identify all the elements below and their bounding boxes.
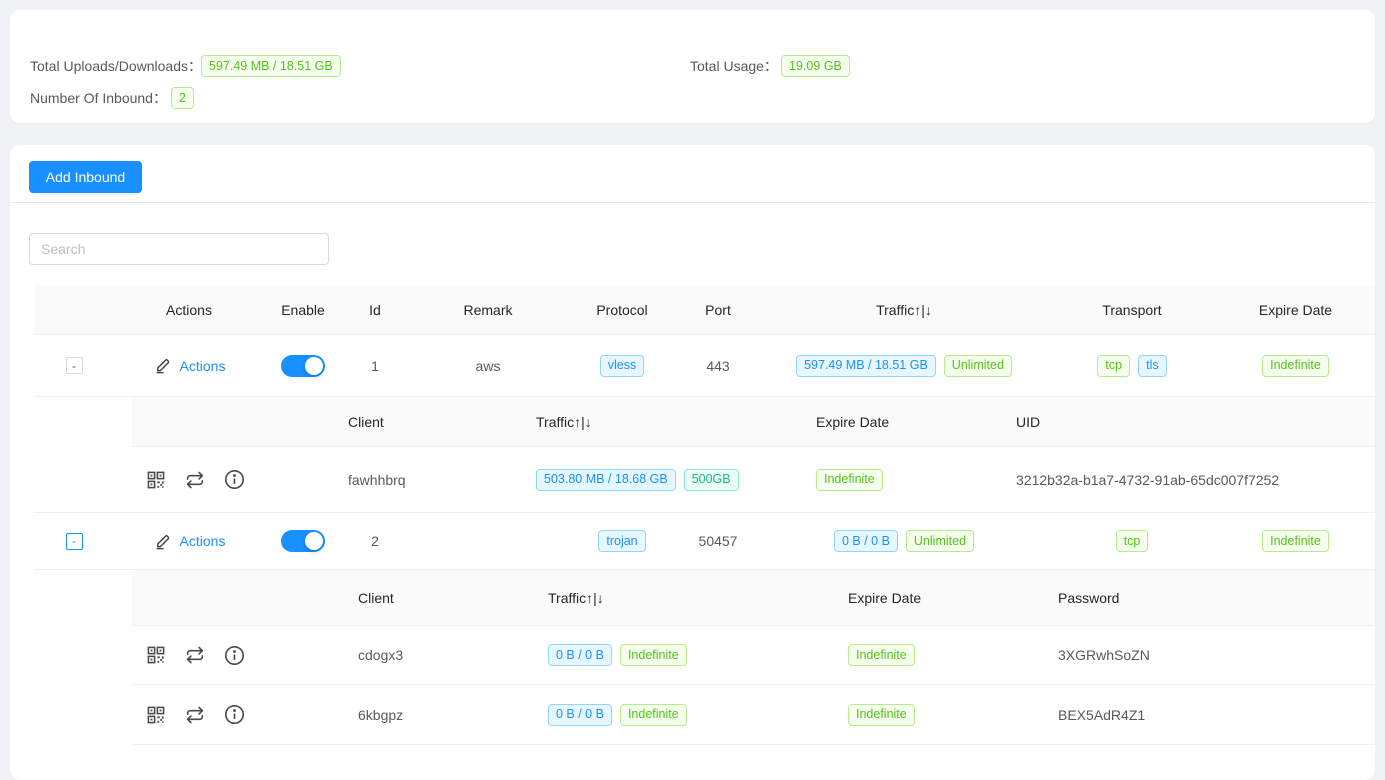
info-button[interactable]: [223, 703, 246, 726]
client-col-uid: UID: [1000, 414, 1375, 430]
protocol-tag: vless: [600, 355, 644, 377]
client-traffic-tag: 0 B / 0 B: [548, 704, 612, 726]
client-col-password: Password: [1042, 590, 1375, 606]
client-col-client: Client: [332, 414, 520, 430]
col-id: Id: [342, 302, 408, 318]
col-port: Port: [676, 302, 760, 318]
table-header-row: Actions Enable Id Remark Protocol Port T…: [34, 285, 1375, 335]
transport-tcp-tag: tcp: [1097, 355, 1130, 377]
client-col-expire: Expire Date: [832, 590, 1042, 606]
client-name: fawhhbrq: [332, 472, 520, 488]
reset-traffic-button[interactable]: [184, 469, 206, 491]
collapse-row-2-button[interactable]: -: [66, 533, 83, 550]
inbound-1-remark: aws: [408, 358, 568, 374]
col-actions: Actions: [114, 302, 264, 318]
client-name: 6kbgpz: [342, 707, 532, 723]
stats-card: Total Uploads/Downloads： 597.49 MB / 18.…: [10, 10, 1375, 123]
reset-traffic-button[interactable]: [184, 704, 206, 726]
traffic-tag: 0 B / 0 B: [834, 530, 898, 552]
card-divider: [10, 202, 1375, 203]
reset-traffic-icon: [184, 704, 206, 726]
total-usage-label: Total Usage：: [690, 56, 778, 76]
add-inbound-button[interactable]: Add Inbound: [29, 161, 142, 193]
client-expire-tag: Indefinite: [848, 704, 915, 726]
inbound-row-2: - Actions 2 trojan 50457 0 B / 0 B Unlim…: [34, 513, 1375, 570]
client-password: BEX5AdR4Z1: [1042, 707, 1375, 723]
transport-tcp-tag: tcp: [1116, 530, 1149, 552]
inbound-count-label: Number Of Inbound：: [30, 88, 167, 108]
qrcode-button[interactable]: [145, 644, 167, 666]
client-traffic-limit-tag: Indefinite: [620, 704, 687, 726]
transport-tls-tag: tls: [1138, 355, 1167, 377]
col-traffic-sort[interactable]: Traffic↑|↓: [760, 302, 1048, 318]
client-expire-tag: Indefinite: [816, 469, 883, 491]
enable-toggle-2[interactable]: [281, 530, 325, 552]
col-remark: Remark: [408, 302, 568, 318]
qrcode-icon: [145, 704, 167, 726]
client-expire-tag: Indefinite: [848, 644, 915, 666]
client-col-traffic[interactable]: Traffic↑|↓: [520, 414, 800, 430]
inbounds-table: Actions Enable Id Remark Protocol Port T…: [34, 285, 1375, 745]
client-traffic-tag: 0 B / 0 B: [548, 644, 612, 666]
actions-label: Actions: [180, 358, 226, 374]
inbound-row-1: - Actions 1 aws vless 443 597.49 MB / 18…: [34, 335, 1375, 397]
traffic-total-tag: Unlimited: [906, 530, 974, 552]
client-uid: 3212b32a-b1a7-4732-91ab-65dc007f7252: [1000, 472, 1375, 488]
inbounds-card: Add Inbound Actions Enable Id Remark Pro…: [10, 145, 1375, 780]
actions-menu-button-2[interactable]: Actions: [153, 532, 226, 551]
client-col-expire: Expire Date: [800, 414, 1000, 430]
qrcode-icon: [145, 644, 167, 666]
info-icon: [223, 703, 246, 726]
total-uploads-downloads-value: 597.49 MB / 18.51 GB: [201, 55, 341, 77]
reset-traffic-button[interactable]: [184, 644, 206, 666]
protocol-tag: trojan: [598, 530, 645, 552]
client-traffic-tag: 503.80 MB / 18.68 GB: [536, 469, 676, 491]
col-protocol: Protocol: [568, 302, 676, 318]
edit-icon: [153, 532, 172, 551]
enable-toggle-1[interactable]: [281, 355, 325, 377]
client-col-client: Client: [342, 590, 532, 606]
clients-header-row-1: Client Traffic↑|↓ Expire Date UID: [132, 397, 1375, 447]
client-password: 3XGRwhSoZN: [1042, 647, 1375, 663]
info-icon: [223, 644, 246, 667]
actions-label: Actions: [180, 533, 226, 549]
total-usage-value: 19.09 GB: [781, 55, 850, 77]
client-row-6kbgpz: 6kbgpz 0 B / 0 B Indefinite Indefinite B…: [132, 685, 1375, 745]
expanded-clients-inbound-2: Client Traffic↑|↓ Expire Date Password: [34, 570, 1375, 745]
clients-header-row-2: Client Traffic↑|↓ Expire Date Password: [132, 570, 1375, 626]
total-uploads-downloads-label: Total Uploads/Downloads：: [30, 56, 202, 76]
info-button[interactable]: [223, 468, 246, 491]
col-enable: Enable: [264, 302, 342, 318]
inbound-count-value: 2: [171, 87, 194, 109]
collapse-row-1-button[interactable]: -: [66, 357, 83, 374]
search-input[interactable]: [29, 233, 329, 265]
reset-traffic-icon: [184, 644, 206, 666]
inbound-2-id: 2: [342, 533, 408, 549]
expire-tag: Indefinite: [1262, 355, 1329, 377]
edit-icon: [153, 356, 172, 375]
traffic-tag: 597.49 MB / 18.51 GB: [796, 355, 936, 377]
expire-tag: Indefinite: [1262, 530, 1329, 552]
inbound-2-port: 50457: [676, 533, 760, 549]
col-expire-date: Expire Date: [1216, 302, 1375, 318]
expanded-clients-inbound-1: Client Traffic↑|↓ Expire Date UID: [34, 397, 1375, 513]
qrcode-button[interactable]: [145, 704, 167, 726]
inbound-1-port: 443: [676, 358, 760, 374]
qrcode-button[interactable]: [145, 469, 167, 491]
client-row-fawhhbrq: fawhhbrq 503.80 MB / 18.68 GB 500GB Inde…: [132, 447, 1375, 512]
col-transport: Transport: [1048, 302, 1216, 318]
actions-menu-button-1[interactable]: Actions: [153, 356, 226, 375]
reset-traffic-icon: [184, 469, 206, 491]
client-name: cdogx3: [342, 647, 532, 663]
info-icon: [223, 468, 246, 491]
qrcode-icon: [145, 469, 167, 491]
traffic-total-tag: Unlimited: [944, 355, 1012, 377]
client-row-cdogx3: cdogx3 0 B / 0 B Indefinite Indefinite 3…: [132, 626, 1375, 685]
info-button[interactable]: [223, 644, 246, 667]
client-col-traffic[interactable]: Traffic↑|↓: [532, 590, 832, 606]
inbound-1-id: 1: [342, 358, 408, 374]
client-traffic-limit-tag: Indefinite: [620, 644, 687, 666]
client-traffic-limit-tag: 500GB: [684, 469, 739, 491]
